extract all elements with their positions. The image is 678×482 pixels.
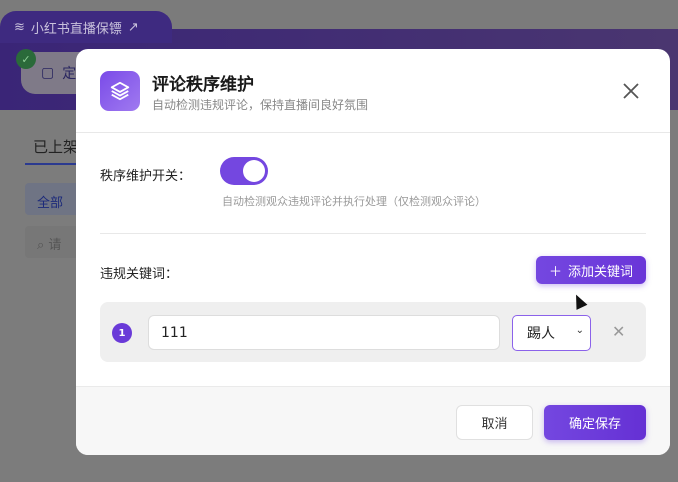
add-keyword-button[interactable]: ＋ 添加关键词 bbox=[536, 256, 646, 284]
check-icon: ✓ bbox=[16, 49, 36, 69]
app-tab[interactable]: ≋ 小红书直播保镖 ↗ bbox=[0, 11, 172, 43]
layers-icon: ≋ bbox=[14, 19, 25, 35]
comment-icon: ▢ bbox=[41, 65, 55, 81]
app-tab-label: 小红书直播保镖 bbox=[30, 21, 122, 37]
dialog-footer: 取消 确定保存 bbox=[76, 386, 670, 455]
chevron-down-icon: ⌄ bbox=[575, 325, 584, 336]
toggle-label: 秩序维护开关： bbox=[100, 169, 192, 184]
search-placeholder: 请 bbox=[48, 238, 62, 253]
keywords-label: 违规关键词： bbox=[100, 267, 179, 282]
keyword-input[interactable] bbox=[148, 315, 500, 350]
dialog-subtitle: 自动检测违规评论，保持直播间良好氛围 bbox=[152, 98, 369, 112]
pill-label: 定 bbox=[62, 66, 77, 82]
tab-listed[interactable]: 已上架 bbox=[33, 136, 78, 157]
plus-icon: ＋ bbox=[548, 263, 562, 279]
layers-icon bbox=[100, 71, 140, 111]
order-maintenance-toggle[interactable] bbox=[220, 157, 268, 185]
filter-all[interactable]: 全部 bbox=[25, 183, 80, 215]
keyword-action-select[interactable]: 踢人 ⌄ bbox=[512, 315, 591, 351]
add-keyword-label: 添加关键词 bbox=[568, 263, 634, 279]
close-icon[interactable] bbox=[622, 82, 640, 100]
comment-order-dialog: 评论秩序维护 自动检测违规评论，保持直播间良好氛围 秩序维护开关： 自动检测观众… bbox=[76, 49, 670, 455]
divider bbox=[100, 233, 646, 234]
keyword-row: 1 踢人 ⌄ ✕ bbox=[100, 302, 646, 362]
dialog-title: 评论秩序维护 bbox=[152, 75, 254, 95]
action-value: 踢人 bbox=[527, 326, 555, 342]
save-button[interactable]: 确定保存 bbox=[544, 405, 646, 440]
cancel-button[interactable]: 取消 bbox=[456, 405, 533, 440]
delete-keyword-icon[interactable]: ✕ bbox=[612, 322, 625, 341]
toggle-hint: 自动检测观众违规评论并执行处理（仅检测观众评论） bbox=[222, 195, 486, 208]
external-link-icon[interactable]: ↗ bbox=[128, 20, 139, 35]
keyword-index-badge: 1 bbox=[112, 323, 132, 343]
dialog-header: 评论秩序维护 自动检测违规评论，保持直播间良好氛围 bbox=[76, 49, 670, 133]
